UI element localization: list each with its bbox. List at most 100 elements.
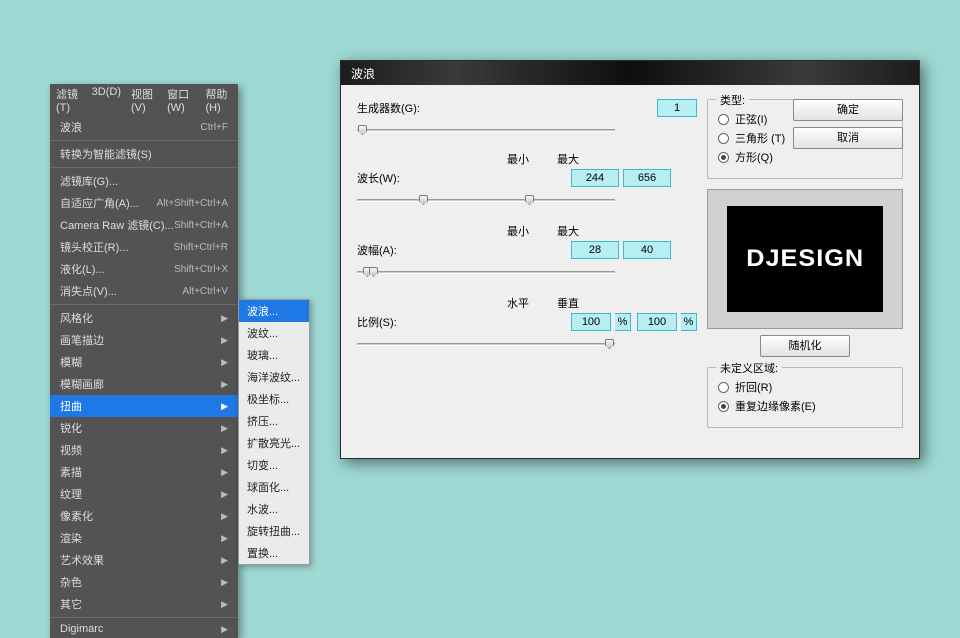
preview-canvas: DJESIGN <box>727 206 883 312</box>
ok-button[interactable]: 确定 <box>793 99 903 121</box>
radio-label: 方形(Q) <box>735 149 773 165</box>
menu-item-label: 纹理 <box>60 486 82 502</box>
amplitude-min-input[interactable]: 28 <box>571 241 619 259</box>
menu-item-label: 自适应广角(A)... <box>60 195 139 211</box>
menu-item-label: 像素化 <box>60 508 93 524</box>
submenu-item[interactable]: 球面化... <box>239 476 309 498</box>
menu-separator <box>50 617 238 618</box>
submenu-item[interactable]: 切变... <box>239 454 309 476</box>
generators-label: 生成器数(G): <box>357 100 431 116</box>
preview-content: DJESIGN <box>746 245 864 273</box>
menu-group-item[interactable]: 像素化 ▶ <box>50 505 238 527</box>
menu-convert-smart[interactable]: 转换为智能滤镜(S) <box>50 143 238 165</box>
type-group-title: 类型: <box>716 92 749 108</box>
undefined-area-title: 未定义区域: <box>716 360 782 376</box>
chevron-right-icon: ▶ <box>221 489 228 500</box>
menu-item[interactable]: 自适应广角(A)... Alt+Shift+Ctrl+A <box>50 192 238 214</box>
radio-label: 重复边缘像素(E) <box>735 398 816 414</box>
menu-item-shortcut: Ctrl+F <box>201 122 229 133</box>
generators-slider[interactable] <box>357 123 615 137</box>
menu-item-shortcut: Alt+Shift+Ctrl+A <box>157 198 228 209</box>
submenu-item[interactable]: 扩散亮光... <box>239 432 309 454</box>
menubar-3d[interactable]: 3D(D) <box>92 86 121 114</box>
scale-v-input[interactable]: 100 <box>637 313 677 331</box>
scale-slider[interactable] <box>357 337 615 353</box>
menu-item-label: 液化(L)... <box>60 261 105 277</box>
radio-label: 正弦(I) <box>735 111 767 127</box>
menu-item-label: 镜头校正(R)... <box>60 239 128 255</box>
chevron-right-icon: ▶ <box>221 533 228 544</box>
wavelength-label: 波长(W): <box>357 170 431 186</box>
submenu-item[interactable]: 波纹... <box>239 322 309 344</box>
submenu-item[interactable]: 置换... <box>239 542 309 564</box>
menu-group-item[interactable]: 视频▶ <box>50 439 238 461</box>
randomize-button[interactable]: 随机化 <box>760 335 850 357</box>
radio-icon <box>718 152 729 163</box>
menu-group-item[interactable]: 锐化▶ <box>50 417 238 439</box>
submenu-item[interactable]: 极坐标... <box>239 388 309 410</box>
menu-digimarc[interactable]: Digimarc ▶ <box>50 620 238 638</box>
menu-item[interactable]: 镜头校正(R)...Shift+Ctrl+R <box>50 236 238 258</box>
submenu-item[interactable]: 旋转扭曲... <box>239 520 309 542</box>
radio-icon <box>718 401 729 412</box>
dialog-right-panel: 类型: 正弦(I)三角形 (T)方形(Q) 确定 取消 DJESIGN 随机化 … <box>707 99 903 438</box>
amplitude-label: 波幅(A): <box>357 242 431 258</box>
max-header: 最大 <box>557 223 579 239</box>
chevron-right-icon: ▶ <box>221 313 228 324</box>
undef-radio[interactable]: 重复边缘像素(E) <box>718 398 892 414</box>
menu-group-item[interactable]: 杂色 ▶ <box>50 571 238 593</box>
cancel-button[interactable]: 取消 <box>793 127 903 149</box>
submenu-item[interactable]: 海洋波纹... <box>239 366 309 388</box>
vert-header: 垂直 <box>557 295 579 311</box>
chevron-right-icon: ▶ <box>221 335 228 346</box>
scale-label: 比例(S): <box>357 314 431 330</box>
menu-last-filter[interactable]: 波浪 Ctrl+F <box>50 116 238 138</box>
menu-group-item[interactable]: 画笔描边▶ <box>50 329 238 351</box>
preview-area: DJESIGN <box>707 189 903 329</box>
menu-item[interactable]: 液化(L)...Shift+Ctrl+X <box>50 258 238 280</box>
chevron-right-icon: ▶ <box>221 511 228 522</box>
chevron-right-icon: ▶ <box>221 624 228 635</box>
menu-item-label: 波浪 <box>60 119 82 135</box>
menubar: 滤镜(T) 3D(D) 视图(V) 窗口(W) 帮助(H) <box>50 84 238 116</box>
generators-input[interactable]: 1 <box>657 99 697 117</box>
filter-menu: 滤镜(T) 3D(D) 视图(V) 窗口(W) 帮助(H) 波浪 Ctrl+F … <box>50 84 238 638</box>
submenu-item[interactable]: 水波... <box>239 498 309 520</box>
menu-item[interactable]: 消失点(V)...Alt+Ctrl+V <box>50 280 238 302</box>
amplitude-slider[interactable] <box>357 265 615 281</box>
menu-group-item[interactable]: 模糊▶ <box>50 351 238 373</box>
radio-icon <box>718 133 729 144</box>
menubar-help[interactable]: 帮助(H) <box>205 86 232 114</box>
submenu-item[interactable]: 波浪... <box>239 300 309 322</box>
wavelength-slider[interactable] <box>357 193 615 209</box>
menu-group-item[interactable]: 纹理 ▶ <box>50 483 238 505</box>
chevron-right-icon: ▶ <box>221 577 228 588</box>
menubar-window[interactable]: 窗口(W) <box>167 86 195 114</box>
undefined-area-group: 未定义区域: 折回(R)重复边缘像素(E) <box>707 367 903 428</box>
menu-group-item[interactable]: 艺术效果▶ <box>50 549 238 571</box>
menu-group-item[interactable]: 素描▶ <box>50 461 238 483</box>
chevron-right-icon: ▶ <box>221 401 228 412</box>
menu-group-item[interactable]: 风格化▶ <box>50 307 238 329</box>
menu-group-item[interactable]: 渲染▶ <box>50 527 238 549</box>
wavelength-max-input[interactable]: 656 <box>623 169 671 187</box>
menu-item[interactable]: 滤镜库(G)... <box>50 170 238 192</box>
menu-item[interactable]: Camera Raw 滤镜(C)...Shift+Ctrl+A <box>50 214 238 236</box>
menu-item-label: 模糊 <box>60 354 82 370</box>
menu-group-item[interactable]: 模糊画廊▶ <box>50 373 238 395</box>
menubar-view[interactable]: 视图(V) <box>131 86 157 114</box>
amplitude-max-input[interactable]: 40 <box>623 241 671 259</box>
submenu-item[interactable]: 挤压... <box>239 410 309 432</box>
menu-item-label: 杂色 <box>60 574 82 590</box>
menu-item-label: 素描 <box>60 464 82 480</box>
menu-group-item[interactable]: 扭曲▶ <box>50 395 238 417</box>
submenu-item[interactable]: 玻璃... <box>239 344 309 366</box>
max-header: 最大 <box>557 151 579 167</box>
menu-group-item[interactable]: 其它▶ <box>50 593 238 615</box>
menu-item-label: 其它 <box>60 596 82 612</box>
scale-h-input[interactable]: 100 <box>571 313 611 331</box>
menubar-filter[interactable]: 滤镜(T) <box>56 86 82 114</box>
undef-radio[interactable]: 折回(R) <box>718 379 892 395</box>
wavelength-min-input[interactable]: 244 <box>571 169 619 187</box>
min-header: 最小 <box>507 151 529 167</box>
